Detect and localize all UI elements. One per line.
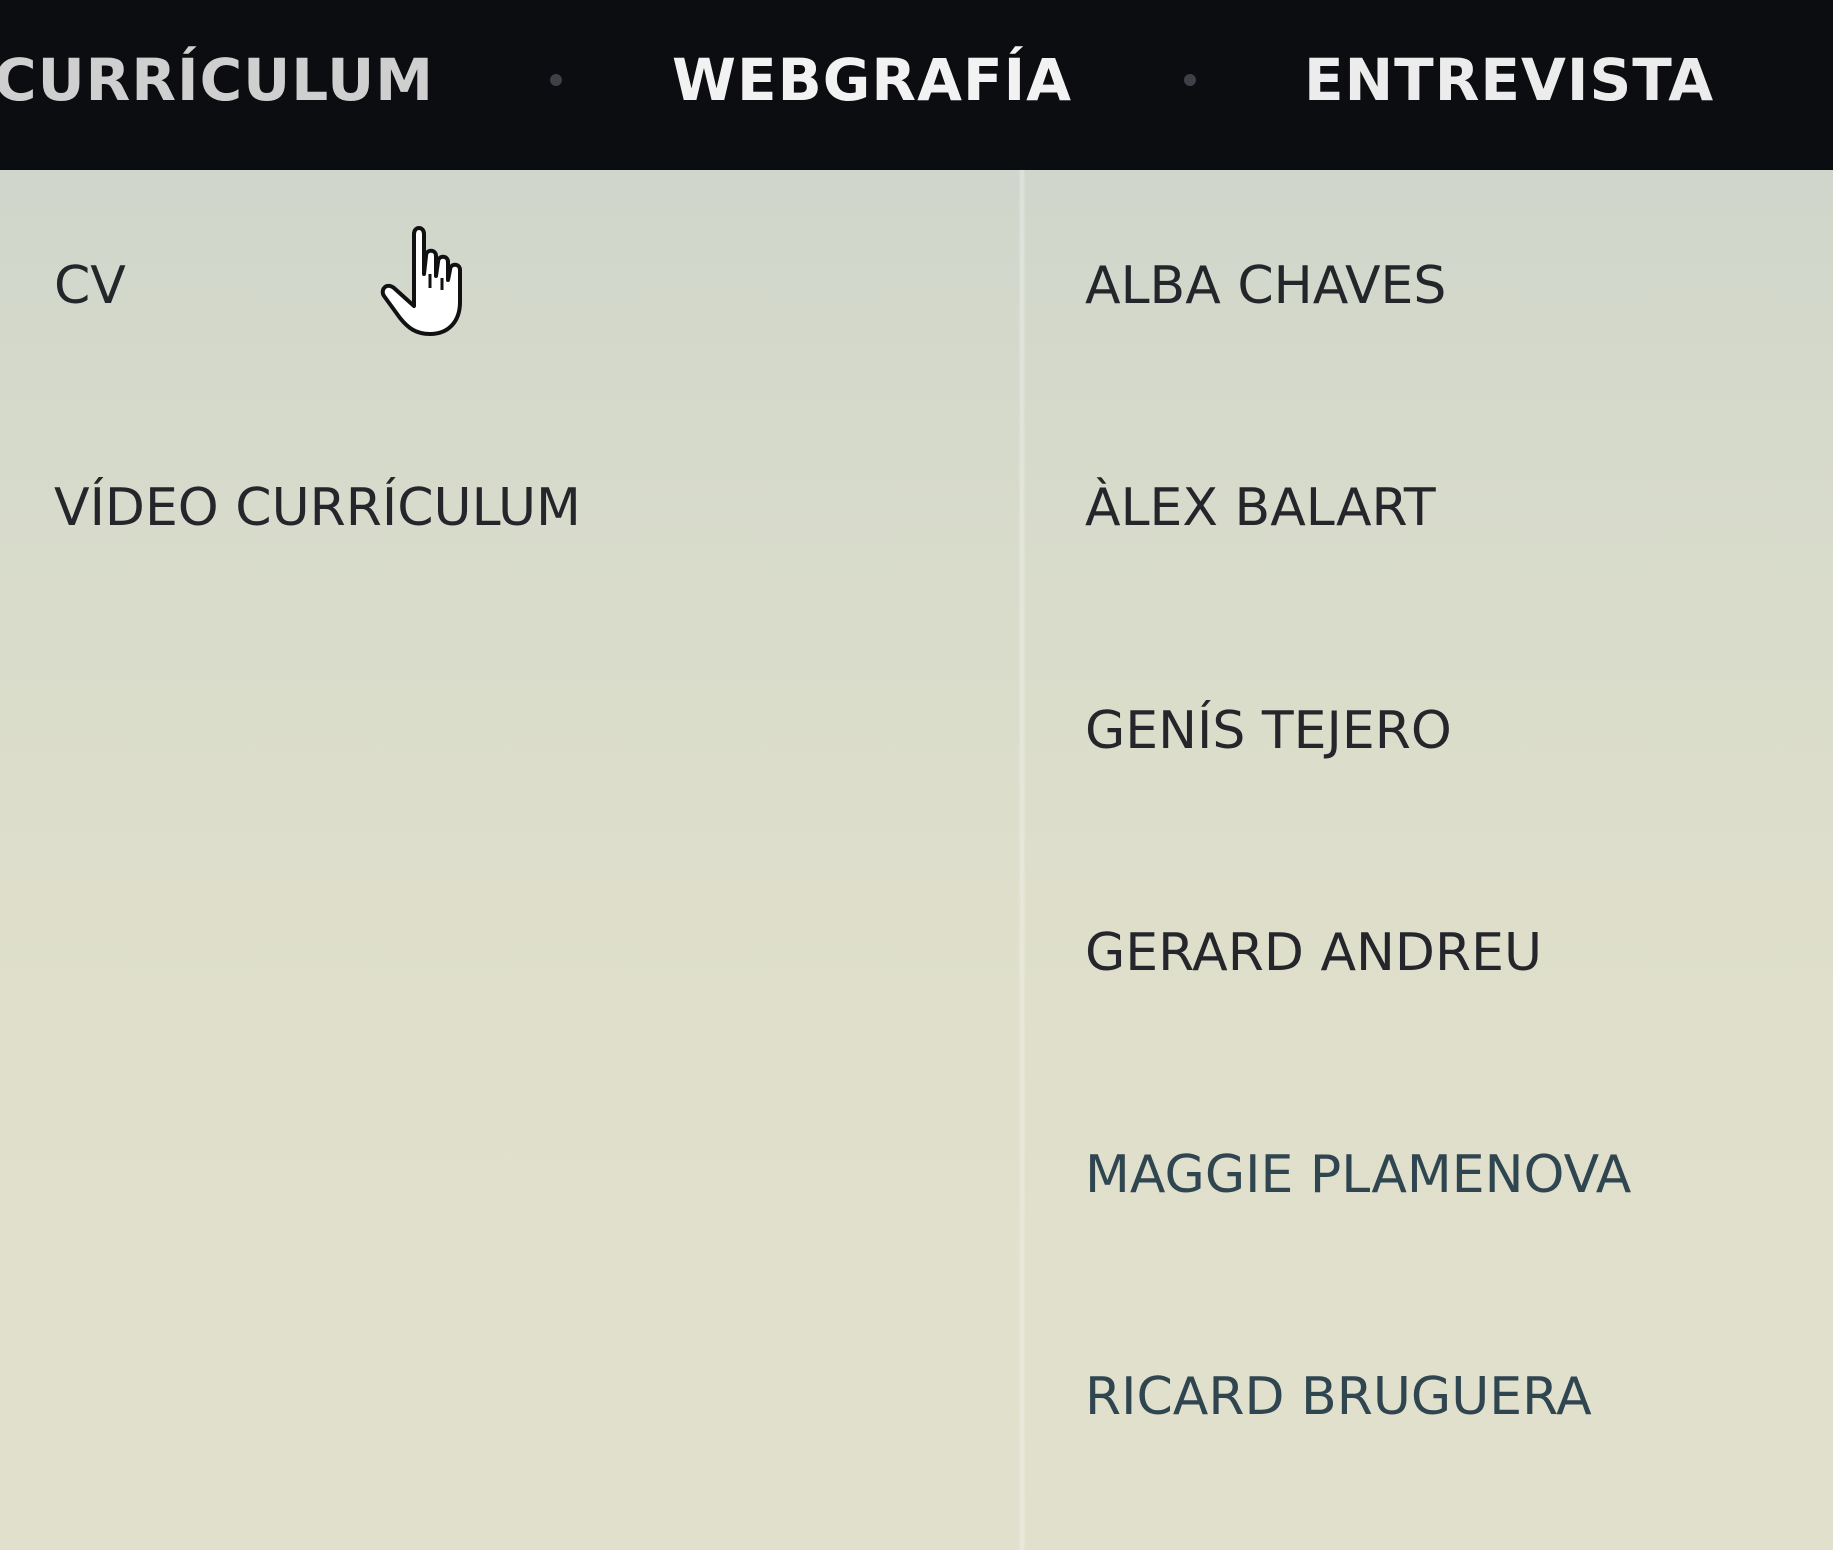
menu-item-cv[interactable]: CV	[54, 254, 126, 318]
menu-item-ricard-bruguera[interactable]: RICARD BRUGUERA	[1085, 1365, 1592, 1429]
nav-item-entrevista[interactable]: ENTREVISTA	[1304, 40, 1714, 120]
hand-pointer-icon	[380, 226, 462, 336]
dot-separator-icon	[1184, 74, 1196, 86]
column-divider	[1018, 170, 1026, 1550]
nav-item-curriculum[interactable]: CURRÍCULUM	[0, 40, 434, 120]
top-navbar: CURRÍCULUM WEBGRAFÍA ENTREVISTA	[0, 0, 1833, 170]
nav-item-webgrafia[interactable]: WEBGRAFÍA	[672, 40, 1072, 120]
dropdown-menu: CV VÍDEO CURRÍCULUM ALBA CHAVES ÀLEX BAL…	[0, 170, 1833, 1550]
menu-item-gerard-andreu[interactable]: GERARD ANDREU	[1085, 921, 1542, 985]
menu-item-alba-chaves[interactable]: ALBA CHAVES	[1085, 254, 1446, 318]
menu-item-alex-balart[interactable]: ÀLEX BALART	[1085, 476, 1436, 540]
menu-item-genis-tejero[interactable]: GENÍS TEJERO	[1085, 699, 1452, 763]
menu-item-maggie-plamenova[interactable]: MAGGIE PLAMENOVA	[1085, 1143, 1631, 1207]
menu-item-video-curriculum[interactable]: VÍDEO CURRÍCULUM	[54, 476, 581, 540]
dot-separator-icon	[550, 74, 562, 86]
